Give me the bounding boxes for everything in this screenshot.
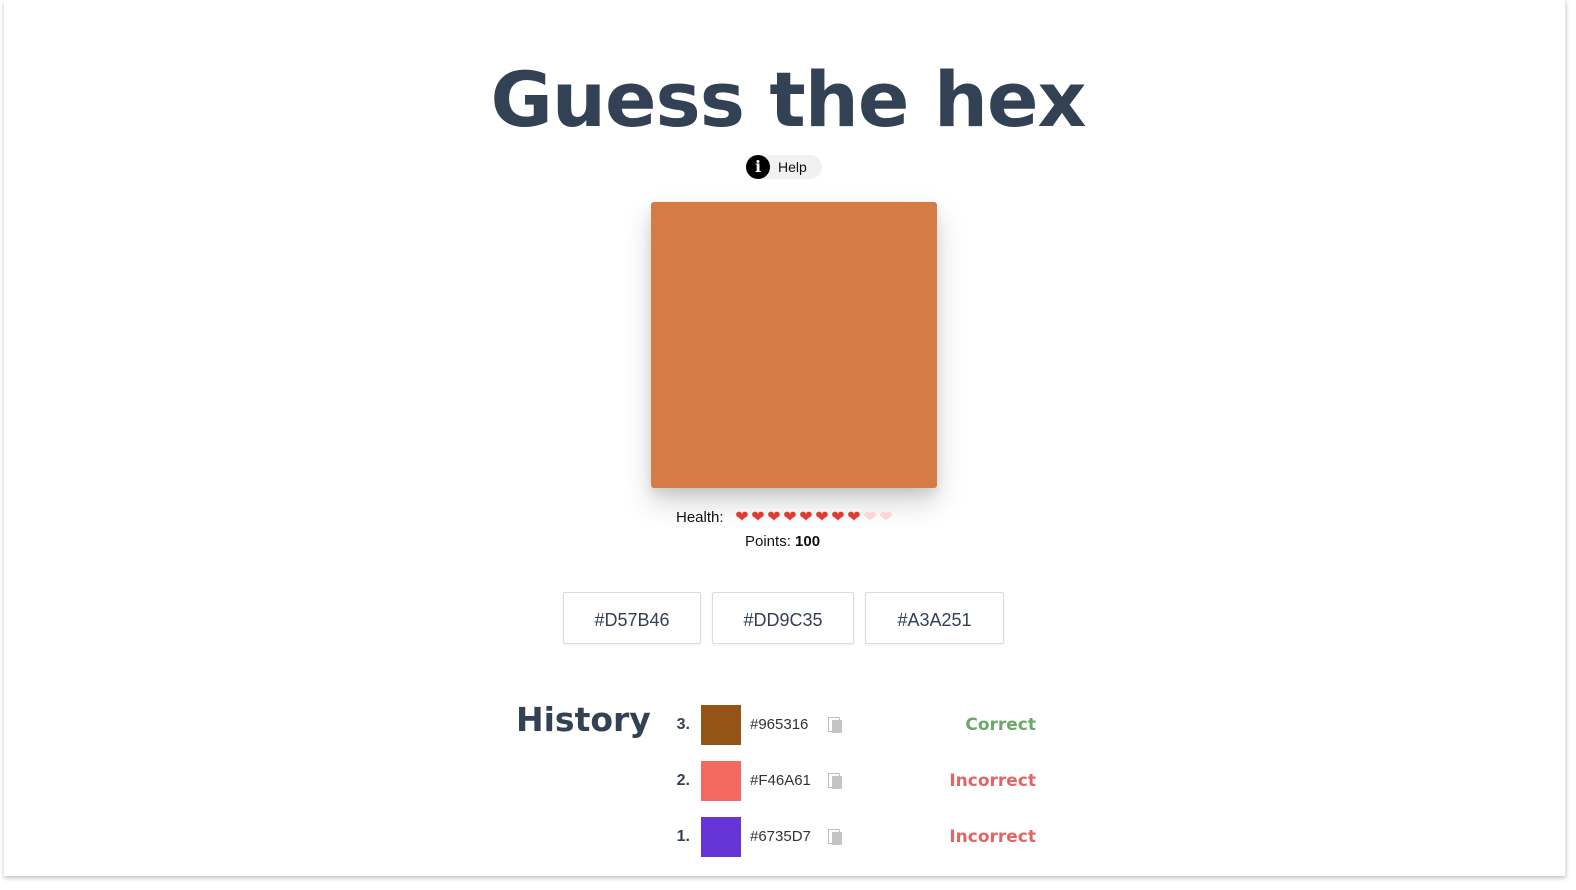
option-button-1[interactable]: #D57B46 [563, 592, 701, 644]
history-item-status: Incorrect [949, 771, 1036, 791]
history-item-swatch [701, 705, 741, 745]
history-item: 1. #6735D7 Incorrect [670, 817, 1036, 857]
history-item-number: 3. [676, 716, 690, 733]
heart-icon: ❤ [815, 509, 828, 526]
heart-icon: ❤ [847, 509, 860, 526]
history-title: History [516, 700, 651, 739]
heart-icon: ❤ [751, 509, 764, 526]
heart-icon: ❤ [799, 509, 812, 526]
heart-icon: ❤ [863, 509, 876, 526]
points-value: 100 [795, 533, 821, 550]
history-item-status: Incorrect [949, 827, 1036, 847]
help-label: Help [778, 159, 807, 175]
history-item-status: Correct [965, 715, 1036, 735]
target-color-swatch [651, 202, 937, 488]
info-icon: i [746, 155, 770, 179]
heart-icon: ❤ [783, 509, 796, 526]
heart-icon: ❤ [735, 509, 748, 526]
history-item-hex: #F46A61 [750, 772, 811, 789]
health-label: Health: [676, 509, 724, 526]
heart-icon: ❤ [767, 509, 780, 526]
history-item-hex: #6735D7 [750, 828, 811, 845]
health-display: Health: ❤ ❤ ❤ ❤ ❤ ❤ ❤ ❤ ❤ ❤ [676, 507, 893, 529]
help-button[interactable]: i Help [746, 155, 822, 179]
history-item-swatch [701, 761, 741, 801]
history-item: 2. #F46A61 Incorrect [670, 761, 1036, 801]
copy-icon[interactable] [828, 829, 844, 845]
copy-icon[interactable] [828, 717, 844, 733]
history-item-hex: #965316 [750, 716, 809, 733]
heart-icon: ❤ [879, 509, 892, 526]
copy-icon[interactable] [828, 773, 844, 789]
option-button-2[interactable]: #DD9C35 [712, 592, 854, 644]
history-item-number: 2. [676, 772, 690, 789]
points-display: Points: 100 [745, 531, 820, 553]
page-title: Guess the hex [490, 55, 1086, 144]
points-label: Points: [745, 533, 791, 550]
history-item-swatch [701, 817, 741, 857]
history-item: 3. #965316 Correct [670, 705, 1036, 745]
heart-icon: ❤ [831, 509, 844, 526]
health-hearts: ❤ ❤ ❤ ❤ ❤ ❤ ❤ ❤ ❤ ❤ [733, 507, 893, 529]
history-item-number: 1. [676, 828, 690, 845]
option-button-3[interactable]: #A3A251 [865, 592, 1004, 644]
